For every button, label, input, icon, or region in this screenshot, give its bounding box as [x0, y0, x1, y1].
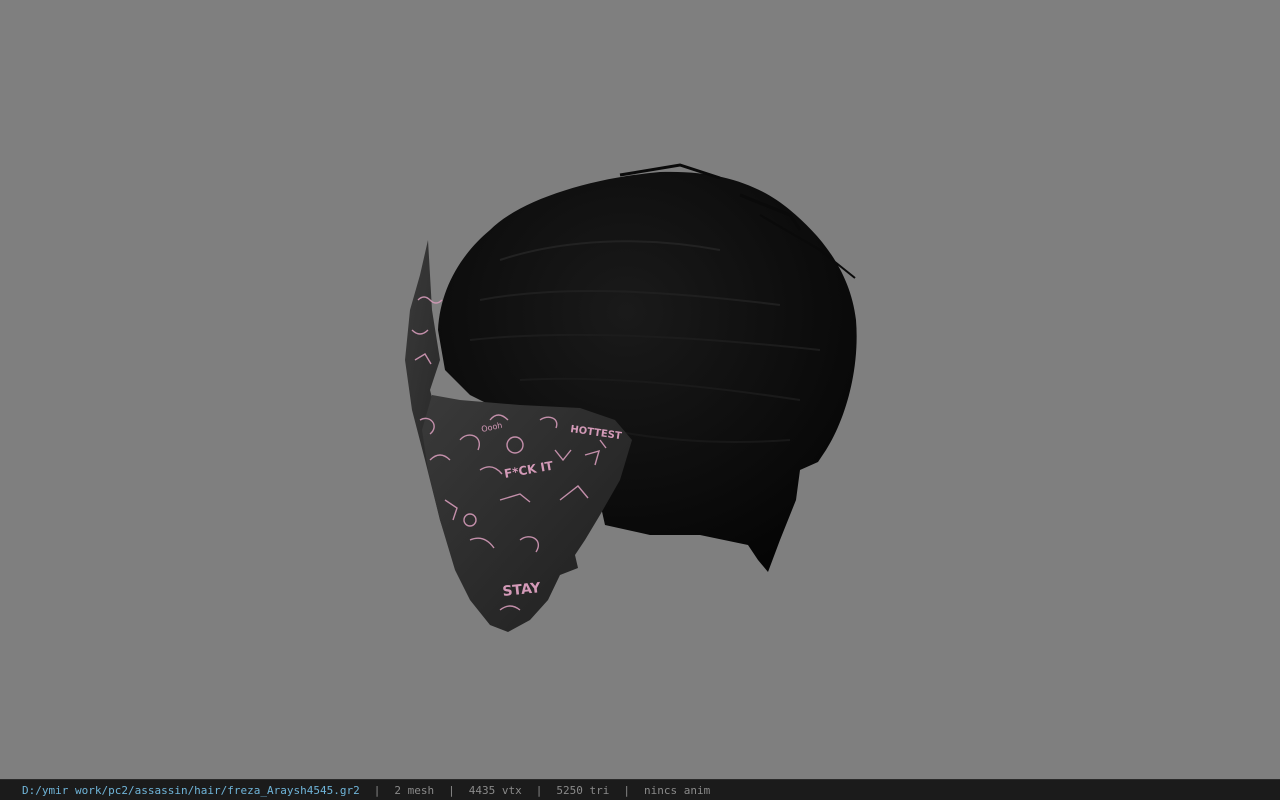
vertex-count: 4435 vtx [468, 783, 522, 797]
separator: | [373, 783, 381, 797]
mesh-count: 2 mesh [394, 783, 435, 797]
triangle-count: 5250 tri [556, 783, 610, 797]
model-render[interactable]: HOTTEST F*CK IT STAY Oooh [0, 0, 1280, 779]
anim-status: nincs anim [643, 783, 711, 797]
separator: | [448, 783, 455, 797]
3d-viewport[interactable]: HOTTEST F*CK IT STAY Oooh [0, 0, 1280, 779]
status-bar: D:/ymir work/pc2/assassin/hair/freza_Ara… [0, 779, 1280, 800]
separator: | [623, 783, 630, 797]
separator: | [535, 783, 543, 797]
file-path: D:/ymir work/pc2/assassin/hair/freza_Ara… [22, 783, 360, 797]
